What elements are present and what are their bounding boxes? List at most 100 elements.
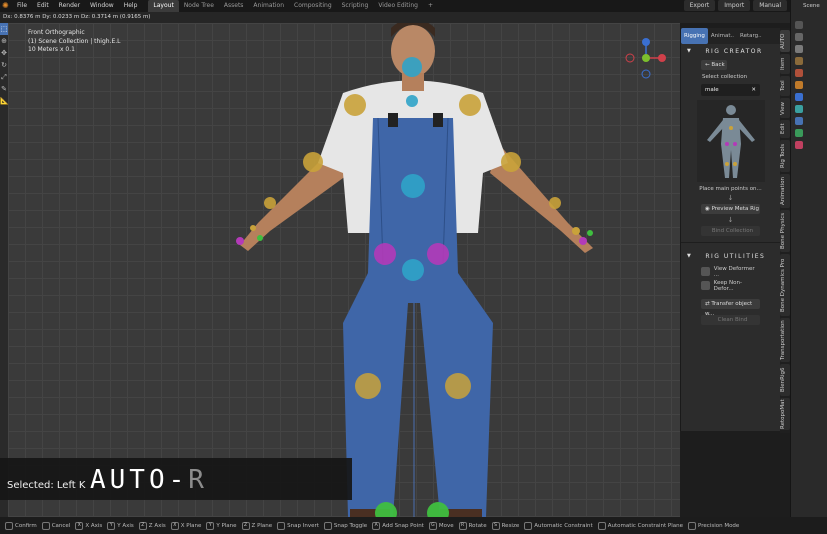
transfer-object-button[interactable]: ⇄ Transfer object w... [701,299,760,317]
constraint-props-icon[interactable] [795,117,803,125]
import-button[interactable]: Import [718,0,751,11]
key-r: R [458,521,467,530]
annotate-tool-icon[interactable]: ✎ [0,83,8,95]
divider [681,242,780,243]
select-tool-icon[interactable]: ⬚ [0,23,8,35]
view-deformer-checkbox[interactable] [701,267,710,276]
vtab-view[interactable]: View [780,98,790,118]
modifier-props-icon[interactable] [795,93,803,101]
tab-scripting[interactable]: Scripting [337,0,374,12]
menu-window[interactable]: Window [85,0,119,12]
vtab-transportation[interactable]: Transportation [780,318,790,362]
status-label: Cancel [51,522,71,529]
back-button[interactable]: ← Back [701,60,727,70]
preview-meta-rig-button[interactable]: ◉ Preview Meta Rig [701,204,760,214]
output-props-icon[interactable] [795,45,803,53]
status-y-axis: YY Axis [107,521,134,530]
scene-props-icon[interactable] [795,57,803,65]
rig-creator-title: RIG CREATOR [705,47,763,55]
vtab-animation[interactable]: Animation [780,174,790,208]
menu-file[interactable]: File [12,0,32,12]
rig-creator-header[interactable]: ▼ RIG CREATOR [681,44,780,58]
physics-props-icon[interactable] [795,105,803,113]
status-label: Automatic Constraint [534,522,593,529]
keep-non-deform-label: Keep Non-Defor... [713,279,742,292]
key-x: X [170,521,179,530]
key-s: S [491,521,500,530]
move-tool-icon[interactable]: ✥ [0,47,8,59]
status-label: Z Plane [251,522,273,529]
status-precision-mode: Precision Mode [688,521,739,530]
view-deformer-row[interactable]: View Deformer ... [701,265,760,278]
menu-render[interactable]: Render [54,0,85,12]
view-deformer-label: View Deformer ... [713,265,755,278]
measure-tool-icon[interactable]: 📐 [0,95,9,107]
vtab-item[interactable]: Item [780,54,790,74]
tab-animation-panel[interactable]: Animat.. [708,28,737,44]
vtab-edit[interactable]: Edit [780,120,790,138]
key-y: Y [107,521,116,530]
world-props-icon[interactable] [795,69,803,77]
material-props-icon[interactable] [795,141,803,149]
vtab-rig-tools[interactable]: Rig Tools [780,140,790,172]
back-label: Back [711,62,725,68]
tab-layout[interactable]: Layout [148,0,179,12]
left-toolbar: ⬚ ⊕ ✥ ↻ ⤢ ✎ 📐 [0,23,9,517]
scale-tool-icon[interactable]: ⤢ [0,71,8,83]
tab-compositing[interactable]: Compositing [289,0,337,12]
cursor-tool-icon[interactable]: ⊕ [0,35,8,47]
status-label: Rotate [468,522,487,529]
rotate-tool-icon[interactable]: ↻ [0,59,8,71]
keep-non-deform-row[interactable]: Keep Non-Defor... [701,279,760,292]
mouse-middle-icon [524,521,533,530]
bind-collection-button[interactable]: Bind Collection [701,226,760,236]
selected-label: Selected: Left K [7,480,86,491]
rig-utilities-header[interactable]: ▼ RIG UTILITIES [681,249,780,263]
tab-retarget[interactable]: Retarg.. [737,28,765,44]
status-snap-toggle: Snap Toggle [323,521,367,530]
keep-non-deform-checkbox[interactable] [701,281,710,290]
status-label: Y Axis [117,522,134,529]
vtab-retopomat[interactable]: RetopoMat [780,398,790,430]
clear-collection-icon[interactable]: ✕ [751,84,756,96]
status-auto-constraint: Automatic Constraint [524,521,593,530]
panel-tabs: Rigging Animat.. Retarg.. [681,28,780,44]
key-ctrl [277,521,286,530]
tab-animation[interactable]: Animation [248,0,289,12]
tab-node-tree[interactable]: Node Tree [179,0,219,12]
status-label: Move [438,522,454,529]
key-z: Z [138,521,147,530]
tab-assets[interactable]: Assets [219,0,249,12]
blender-logo-icon[interactable]: ✺ [2,1,12,11]
vtab-bone-dynamics-pro[interactable]: Bone Dynamics Pro [780,254,790,316]
status-add-snap-point: A Add Snap Point [372,521,424,530]
status-snap-invert: Snap Invert [277,521,319,530]
auto-title-faded: R [188,465,208,495]
tab-video-editing[interactable]: Video Editing [373,0,423,12]
collapse-caret-icon: ▼ [687,253,693,259]
status-x-axis: XX Axis [75,521,102,530]
rig-utilities-title: RIG UTILITIES [705,252,766,260]
vtab-tool[interactable]: Tool [780,76,790,96]
collection-field[interactable]: male ✕ [701,84,760,96]
tool-props-icon[interactable] [795,21,803,29]
scene-label: Scene [803,3,820,9]
status-y-plane: YY Plane [206,521,237,530]
vtab-auto[interactable]: AUTO [780,30,790,52]
vtab-blenrig6[interactable]: BlenRig6 [780,364,790,396]
add-workspace-button[interactable]: + [423,0,438,12]
menu-edit[interactable]: Edit [32,0,54,12]
menu-help[interactable]: Help [119,0,143,12]
mouse-right-icon [41,521,50,530]
export-button[interactable]: Export [683,0,716,11]
3d-viewport[interactable]: Front Orthographic (1) Scene Collection … [8,23,680,517]
object-props-icon[interactable] [795,81,803,89]
vtab-bone-physics[interactable]: Bone Physics [780,210,790,252]
render-props-icon[interactable] [795,33,803,41]
manual-button[interactable]: Manual [753,0,787,11]
data-props-icon[interactable] [795,129,803,137]
tab-rigging[interactable]: Rigging [681,28,708,44]
status-label: Resize [501,522,520,529]
navigation-gizmo[interactable] [625,37,667,79]
collection-value: male [705,87,719,93]
